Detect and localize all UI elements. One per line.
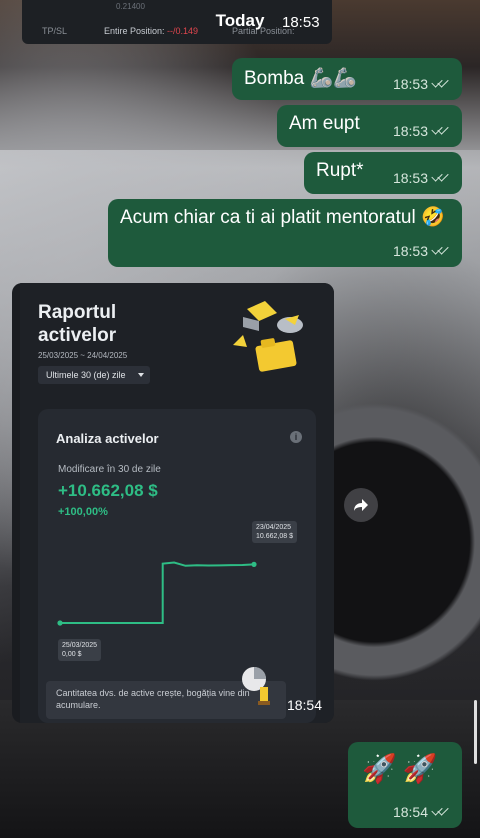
message-meta: 18:53 (393, 76, 450, 92)
message-bubble-1[interactable]: Bomba 🦾🦾 18:53 (232, 58, 462, 100)
double-check-icon (432, 173, 450, 183)
pie-sticker-icon (242, 667, 270, 705)
message-bubble-2[interactable]: Am eupt 18:53 (277, 105, 462, 147)
double-check-icon (432, 126, 450, 136)
forward-arrow-icon (354, 499, 368, 511)
asset-report-screenshot: Raportul activelor 25/03/2025 ~ 24/04/20… (20, 283, 334, 723)
image-message-time: 18:54 (286, 697, 322, 713)
message-time: 18:53 (392, 76, 428, 92)
message-text: Acum chiar ca ti ai platit mentoratul 🤣 (120, 207, 445, 228)
message-bubble-4[interactable]: Acum chiar ca ti ai platit mentoratul 🤣 … (108, 199, 462, 267)
double-check-icon (432, 246, 450, 256)
forward-button[interactable] (344, 488, 378, 522)
folder-illustration-icon (233, 301, 303, 372)
change-percent: +100,00% (58, 506, 108, 518)
date-separator: Today (215, 11, 265, 30)
double-check-icon (432, 79, 450, 89)
message-meta: 18:53 (393, 170, 450, 186)
message-time: 18:53 (392, 123, 428, 139)
report-date-range: 25/03/2025 ~ 24/04/2025 (38, 351, 128, 360)
strip-tpsl: TP/SL (42, 26, 68, 36)
message-time: 18:53 (392, 170, 428, 186)
end-point (251, 561, 257, 567)
start-value-tag: 25/03/2025 0,00 $ (58, 639, 102, 661)
message-time: 18:54 (392, 804, 428, 820)
message-meta: 18:53 (393, 123, 450, 139)
report-title: Raportul activelor (38, 302, 117, 346)
change-label: Modificare în 30 de zile (58, 464, 161, 475)
message-meta: 18:54 (393, 804, 450, 820)
info-icon: i (290, 431, 302, 443)
message-bubble-3[interactable]: Rupt* 18:53 (304, 152, 462, 194)
caret-down-icon (138, 373, 144, 377)
message-bubble-rockets[interactable]: 🚀🚀 18:54 (348, 742, 462, 828)
message-time: 18:53 (392, 243, 428, 259)
strip-entire-position: Entire Position: --/0.149 (104, 26, 199, 36)
rocket-emojis: 🚀🚀 (362, 753, 444, 784)
scrollbar[interactable] (474, 700, 477, 764)
message-text: Rupt* (316, 160, 364, 181)
message-text: Am eupt (289, 113, 360, 134)
start-point (57, 620, 63, 626)
strip-top-number: 0.21400 (116, 2, 145, 11)
change-value: +10.662,08 $ (58, 481, 158, 500)
top-timestamp: 18:53 (282, 14, 320, 31)
message-text: Bomba 🦾🦾 (244, 68, 357, 89)
panel-title: Analiza activelor (56, 431, 159, 446)
end-value-tag: 23/04/2025 10.662,08 $ (252, 521, 297, 543)
period-select: Ultimele 30 (de) zile (38, 366, 150, 384)
double-check-icon (432, 807, 450, 817)
image-message[interactable]: Raportul activelor 25/03/2025 ~ 24/04/20… (12, 283, 334, 723)
message-meta: 18:53 (393, 243, 450, 259)
series-line (60, 561, 255, 624)
